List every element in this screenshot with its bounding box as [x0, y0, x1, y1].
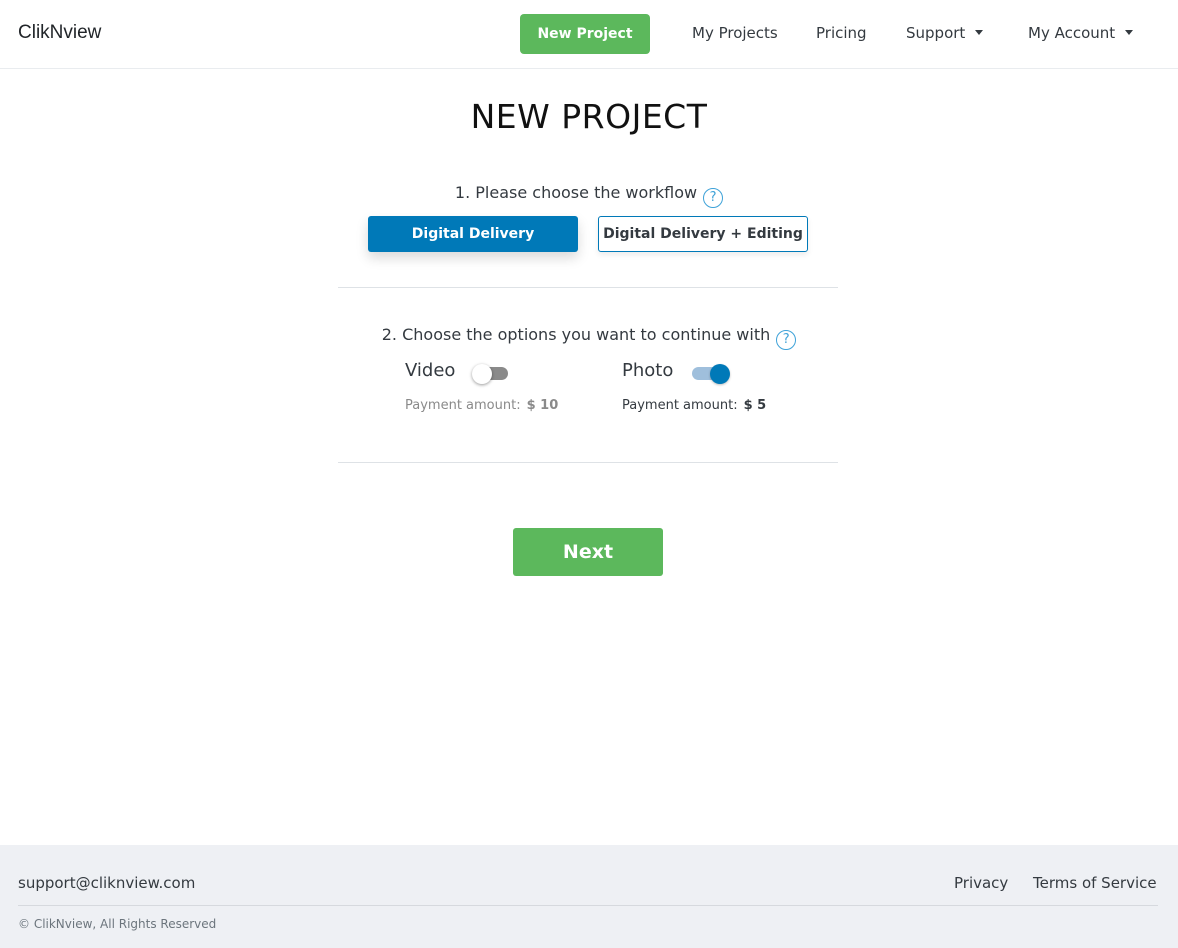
toggle-knob — [710, 364, 730, 384]
next-button[interactable]: Next — [513, 528, 663, 576]
footer: support@cliknview.com Privacy Terms of S… — [0, 845, 1178, 948]
photo-toggle[interactable] — [692, 364, 730, 384]
step1-text: 1. Please choose the workflow — [454, 183, 698, 202]
footer-divider — [18, 905, 1158, 906]
nav-support-label: Support — [906, 24, 966, 42]
caret-down-icon — [1125, 30, 1134, 35]
question-circle-icon[interactable]: ? — [703, 188, 724, 208]
toggle-knob — [472, 364, 492, 384]
copyright-text: © ClikNview, All Rights Reserved — [18, 917, 217, 931]
support-email-link[interactable]: support@cliknview.com — [18, 874, 195, 892]
brand-logo[interactable]: ClikNview — [18, 22, 101, 44]
section-divider — [338, 462, 838, 463]
nav-my-projects[interactable]: My Projects — [692, 24, 778, 42]
top-navbar: ClikNview New Project My Projects Pricin… — [0, 0, 1178, 69]
caret-down-icon — [975, 30, 984, 35]
workflow-digital-delivery-button[interactable]: Digital Delivery — [368, 216, 578, 252]
new-project-button[interactable]: New Project — [520, 14, 650, 54]
privacy-link[interactable]: Privacy — [954, 874, 1008, 892]
video-payment: Payment amount: $ 10 — [405, 398, 558, 413]
photo-payment: Payment amount: $ 5 — [622, 398, 766, 413]
video-payment-label: Payment amount: — [405, 398, 521, 413]
page-title: NEW PROJECT — [470, 97, 708, 136]
video-payment-amount: $ 10 — [526, 398, 559, 413]
nav-my-account-dropdown[interactable]: My Account — [1028, 24, 1134, 42]
section-divider — [338, 287, 838, 288]
terms-of-service-link[interactable]: Terms of Service — [1033, 874, 1157, 892]
video-option-label: Video — [405, 360, 456, 381]
workflow-digital-delivery-editing-button[interactable]: Digital Delivery + Editing — [598, 216, 808, 252]
step1-label: 1. Please choose the workflow? — [0, 183, 1178, 208]
photo-payment-label: Payment amount: — [622, 398, 738, 413]
step2-text: 2. Choose the options you want to contin… — [381, 325, 771, 344]
nav-support-dropdown[interactable]: Support — [906, 24, 984, 42]
step2-label: 2. Choose the options you want to contin… — [0, 325, 1178, 350]
question-circle-icon[interactable]: ? — [776, 330, 797, 350]
video-toggle[interactable] — [472, 364, 508, 384]
photo-option-label: Photo — [622, 360, 674, 381]
nav-my-account-label: My Account — [1028, 24, 1116, 42]
photo-payment-amount: $ 5 — [743, 398, 767, 413]
nav-pricing[interactable]: Pricing — [816, 24, 867, 42]
